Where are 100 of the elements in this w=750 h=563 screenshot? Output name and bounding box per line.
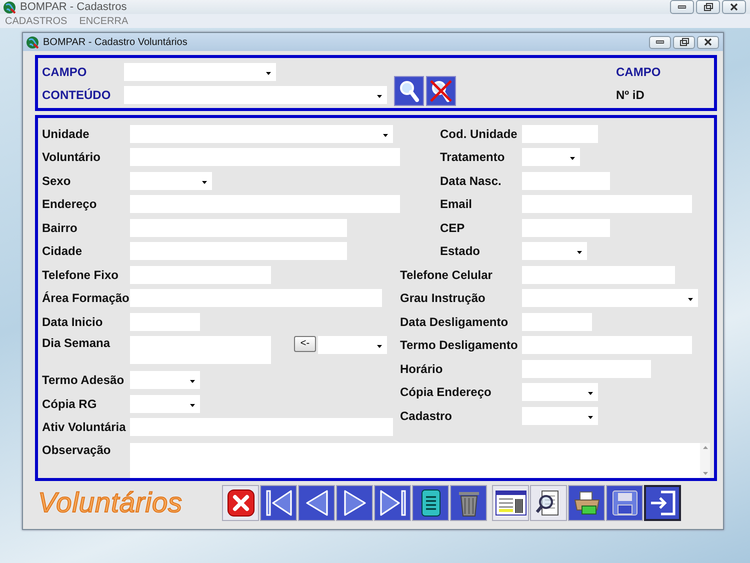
field-label: Estado xyxy=(439,244,482,258)
field-label: CAMPO xyxy=(616,64,662,78)
field-label: Data Nasc. xyxy=(439,174,502,188)
window-title: BOMPAR - Cadastros xyxy=(20,1,128,13)
dropdown-field[interactable] xyxy=(522,383,598,402)
close-icon xyxy=(226,489,254,517)
close-button[interactable] xyxy=(697,36,719,48)
caret-icon xyxy=(588,416,593,419)
dropdown-field[interactable] xyxy=(522,242,587,260)
field-label: Ativ Voluntária xyxy=(42,420,127,434)
delete-button[interactable] xyxy=(450,485,487,521)
form-title: Voluntários xyxy=(37,487,184,519)
dropdown-field[interactable] xyxy=(522,148,580,166)
field-label: Cópia Endereço xyxy=(400,385,492,400)
dropdown-field[interactable] xyxy=(130,371,200,390)
dropdown-field[interactable] xyxy=(522,406,598,425)
move-left-button[interactable]: <- xyxy=(294,336,316,352)
text-field[interactable] xyxy=(130,266,271,284)
close-icon xyxy=(704,38,712,46)
text-field[interactable] xyxy=(522,172,610,190)
restore-icon xyxy=(680,38,688,46)
field-label: Email xyxy=(439,197,474,212)
crossed-search-icon xyxy=(429,79,453,103)
text-field[interactable] xyxy=(522,266,675,284)
minimize-button[interactable] xyxy=(649,36,671,48)
first-record-button[interactable] xyxy=(260,485,297,521)
field-label: Termo Adesão xyxy=(42,373,126,388)
caret-icon xyxy=(266,72,271,74)
field-label: Unidade xyxy=(42,126,90,141)
maximize-button[interactable] xyxy=(673,36,695,48)
dropdown-field[interactable] xyxy=(130,172,212,190)
cancel-button[interactable] xyxy=(222,485,259,521)
window-title: BOMPAR - Cadastro Voluntários xyxy=(43,36,188,48)
text-field[interactable] xyxy=(130,242,347,260)
text-field[interactable] xyxy=(522,336,692,354)
field-label: Grau Instrução xyxy=(400,291,486,306)
document-search-button[interactable] xyxy=(530,485,567,521)
field-label: Cidade xyxy=(42,244,84,258)
exit-button[interactable] xyxy=(644,485,681,521)
trash-icon xyxy=(458,489,480,517)
dropdown-field[interactable] xyxy=(130,394,200,413)
restore-icon xyxy=(704,3,712,11)
menu-item[interactable]: CADASTROS xyxy=(5,16,68,26)
restore-button[interactable] xyxy=(696,0,720,14)
text-area[interactable] xyxy=(130,336,271,364)
text-field[interactable] xyxy=(130,312,200,331)
id-card-icon xyxy=(494,489,526,517)
field-label: Sexo xyxy=(42,174,72,188)
close-button[interactable] xyxy=(722,0,746,14)
app-icon xyxy=(3,0,16,14)
field-label: Horário xyxy=(400,362,444,376)
scroll-down-icon[interactable] xyxy=(702,472,708,475)
minimize-button[interactable] xyxy=(670,0,694,14)
last-record-button[interactable] xyxy=(374,485,411,521)
field-label: Telefone Fixo xyxy=(42,268,120,282)
text-field[interactable] xyxy=(130,195,400,214)
caret-icon xyxy=(577,251,582,254)
dropdown-field[interactable] xyxy=(124,86,387,104)
dropdown-field[interactable] xyxy=(124,62,276,80)
field-label: Cópia RG xyxy=(42,396,98,411)
text-field[interactable] xyxy=(522,124,598,143)
card-button[interactable] xyxy=(492,485,529,521)
save-button[interactable] xyxy=(606,485,643,521)
search-button[interactable] xyxy=(394,76,424,106)
field-label: CEP xyxy=(439,220,466,235)
list-button[interactable] xyxy=(412,485,449,521)
text-field[interactable] xyxy=(130,148,400,166)
field-label: Endereço xyxy=(42,197,98,212)
dropdown-field[interactable] xyxy=(522,289,698,308)
print-button[interactable] xyxy=(568,485,605,521)
dropdown-field[interactable] xyxy=(318,336,387,354)
field-label: Bairro xyxy=(42,220,78,235)
scroll-up-icon[interactable] xyxy=(702,446,708,449)
field-label: Cadastro xyxy=(400,408,454,423)
skip-forward-icon xyxy=(378,488,408,518)
text-field[interactable] xyxy=(522,312,592,331)
dropdown-field[interactable] xyxy=(130,124,393,143)
id-label: Nº iD xyxy=(616,88,646,102)
text-field[interactable] xyxy=(130,289,382,308)
next-button[interactable] xyxy=(336,485,373,521)
skip-back-icon xyxy=(264,488,294,518)
exit-door-icon xyxy=(648,489,676,517)
field-label: Dia Semana xyxy=(42,336,112,350)
field-label: Observação xyxy=(42,443,112,459)
text-field[interactable] xyxy=(130,218,347,237)
previous-button[interactable] xyxy=(298,485,335,521)
text-field[interactable] xyxy=(522,360,651,378)
field-label: Cod. Unidade xyxy=(439,126,518,141)
text-field[interactable] xyxy=(522,195,692,214)
text-field[interactable] xyxy=(130,418,393,436)
minimize-icon xyxy=(656,40,664,44)
caret-icon xyxy=(688,298,693,302)
caret-icon xyxy=(383,134,388,137)
caret-icon xyxy=(202,180,207,184)
menu-item[interactable]: ENCERRA xyxy=(79,16,128,26)
field-label: CONTEÚDO xyxy=(42,88,112,102)
close-icon xyxy=(730,3,738,11)
clear-search-button[interactable] xyxy=(426,76,456,106)
text-field[interactable] xyxy=(522,218,610,237)
scrollbar[interactable] xyxy=(700,443,710,478)
